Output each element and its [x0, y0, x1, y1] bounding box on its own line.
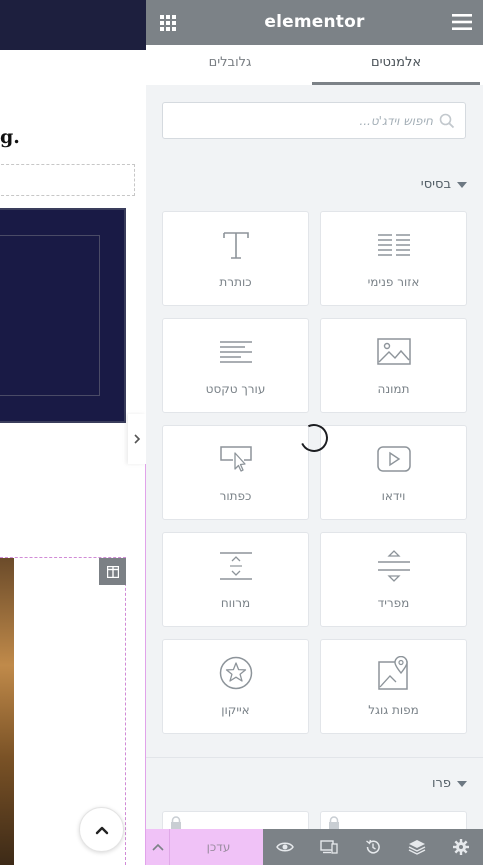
- preview-button[interactable]: [263, 829, 307, 865]
- heading-icon: [222, 232, 249, 259]
- text-editor-icon: [219, 341, 252, 363]
- save-options-button[interactable]: [146, 829, 170, 865]
- widget-search-input[interactable]: [171, 103, 433, 138]
- search-icon: [439, 113, 455, 129]
- canvas-photo: [0, 558, 14, 865]
- element-divider[interactable]: מפריד: [320, 532, 467, 627]
- element-label: כותרת: [219, 275, 252, 289]
- history-icon: [366, 839, 380, 854]
- element-google-maps[interactable]: מפות גוגל: [320, 639, 467, 734]
- element-icon[interactable]: אייקון: [162, 639, 309, 734]
- editor-root: g. elementor אלמנטים גלובלים חיפוש וידג'…: [0, 0, 483, 865]
- canvas-section-outline-right: [125, 558, 126, 865]
- lock-icon: [171, 816, 181, 830]
- inner-section-icon: [377, 234, 410, 256]
- panel-collapse-toggle[interactable]: [128, 414, 146, 464]
- spacer-icon: [219, 552, 252, 580]
- layers-icon: [408, 840, 426, 855]
- element-heading[interactable]: כותרת: [162, 211, 309, 306]
- widgets-grid-button[interactable]: [160, 15, 176, 31]
- divider-icon: [377, 550, 410, 582]
- button-icon: [219, 446, 252, 472]
- navigator-button[interactable]: [395, 829, 439, 865]
- gear-icon: [453, 839, 469, 855]
- chevron-up-icon: [151, 843, 164, 851]
- update-button[interactable]: עדכן: [174, 829, 263, 865]
- element-inner-section[interactable]: אזור פנימי: [320, 211, 467, 306]
- video-icon: [376, 446, 411, 472]
- canvas-empty-widget[interactable]: [0, 164, 135, 196]
- pro-element-locked[interactable]: [162, 811, 309, 831]
- element-label: תמונה: [377, 382, 410, 396]
- image-icon: [376, 338, 411, 365]
- tab-elements[interactable]: אלמנטים: [312, 45, 480, 85]
- canvas-navy-inner-frame: [0, 235, 100, 396]
- panel-tabs: אלמנטים גלובלים: [146, 45, 483, 85]
- tab-globals[interactable]: גלובלים: [146, 45, 314, 85]
- chevron-up-icon: [95, 826, 108, 834]
- element-label: מרווח: [220, 596, 251, 610]
- element-label: עורך טקסט: [205, 382, 266, 396]
- hamburger-menu-button[interactable]: [452, 13, 472, 31]
- panel-header: elementor: [146, 0, 483, 45]
- element-label: וידאו: [381, 489, 406, 503]
- canvas-heading-fragment[interactable]: g.: [0, 126, 20, 148]
- category-pro-header[interactable]: פרו: [432, 774, 467, 794]
- element-label: כפתור: [219, 489, 252, 503]
- element-video[interactable]: וידאו: [320, 425, 467, 520]
- element-label: אזור פנימי: [367, 275, 420, 289]
- responsive-icon: [320, 840, 338, 854]
- column-handle-icon[interactable]: [99, 558, 126, 585]
- hamburger-icon: [452, 14, 472, 30]
- elementor-panel: elementor אלמנטים גלובלים חיפוש וידג'ט..…: [146, 0, 483, 865]
- category-basic-title: בסיסי: [420, 177, 451, 192]
- google-maps-icon: [377, 656, 408, 690]
- lock-icon: [329, 816, 339, 830]
- update-button-group: עדכן: [146, 829, 263, 865]
- eye-icon: [276, 842, 294, 852]
- panel-footer: עדכן: [146, 829, 483, 865]
- element-text-editor[interactable]: עורך טקסט: [162, 318, 309, 413]
- settings-button[interactable]: [439, 829, 483, 865]
- caret-down-icon: [457, 781, 467, 787]
- element-button[interactable]: כפתור: [162, 425, 309, 520]
- widget-search: [162, 102, 466, 139]
- preview-canvas[interactable]: g.: [0, 0, 146, 865]
- pro-element-locked[interactable]: [320, 811, 467, 831]
- category-pro-title: פרו: [432, 776, 451, 791]
- star-icon: [219, 656, 252, 690]
- category-basic-header[interactable]: בסיסי: [421, 175, 467, 195]
- elementor-logo: elementor: [264, 12, 365, 32]
- responsive-mode-button[interactable]: [307, 829, 351, 865]
- category-separator: [146, 746, 483, 758]
- element-label: מפריד: [377, 596, 410, 610]
- canvas-top-bar: [0, 0, 146, 50]
- caret-down-icon: [457, 182, 467, 188]
- history-button[interactable]: [351, 829, 395, 865]
- element-spacer[interactable]: מרווח: [162, 532, 309, 627]
- element-image[interactable]: תמונה: [320, 318, 467, 413]
- element-label: אייקון: [221, 703, 250, 717]
- scroll-to-top-button[interactable]: [79, 807, 124, 852]
- element-label: מפות גוגל: [368, 703, 419, 717]
- chevron-right-icon: [134, 434, 141, 444]
- grid-icon: [160, 15, 176, 31]
